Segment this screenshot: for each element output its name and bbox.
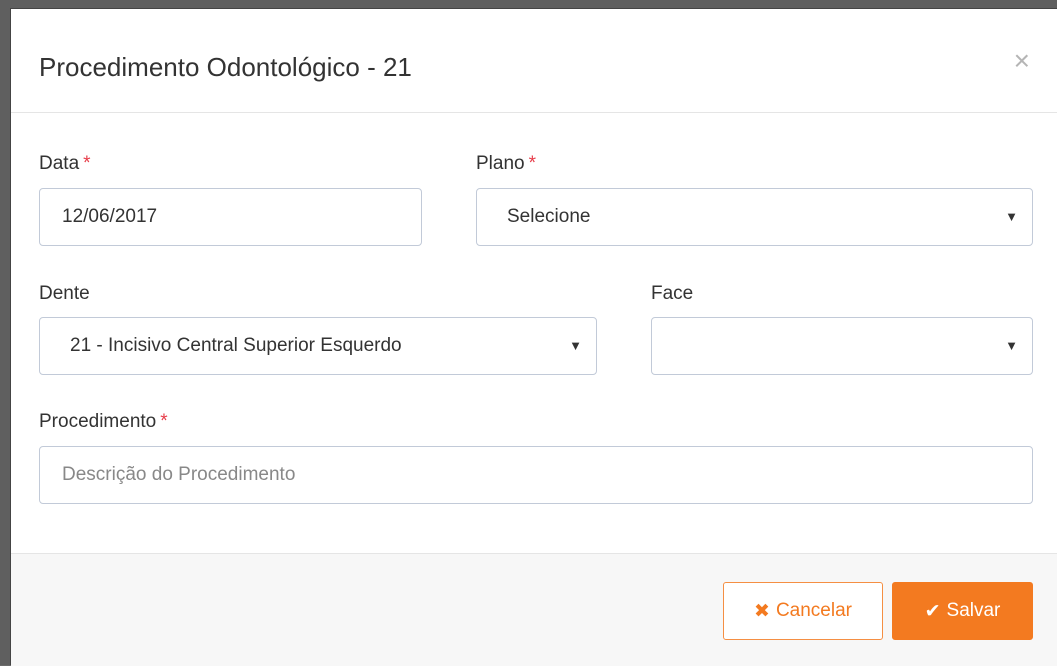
required-mark: * [528, 153, 537, 174]
plano-select[interactable]: Selecione ▼ [476, 188, 1033, 246]
chevron-down-icon: ▼ [569, 338, 582, 353]
data-label: Data * [39, 153, 91, 174]
face-label: Face [651, 283, 694, 304]
close-icon[interactable]: × [1014, 47, 1030, 75]
face-select[interactable]: ▼ [651, 317, 1033, 375]
dente-label: Dente [39, 283, 90, 304]
procedimento-placeholder: Descrição do Procedimento [62, 464, 296, 485]
procedure-modal: Procedimento Odontológico - 21 × Data * 1… [10, 8, 1057, 666]
modal-body: Data * 12/06/2017 Plano * Selecione ▼ Dent… [11, 113, 1057, 553]
plano-label: Plano * [476, 153, 537, 174]
procedimento-label: Procedimento * [39, 411, 168, 432]
modal-title: Procedimento Odontológico - 21 [39, 52, 412, 82]
date-input[interactable]: 12/06/2017 [39, 188, 422, 246]
required-mark: * [83, 153, 91, 174]
cancel-button[interactable]: ✖ Cancelar [723, 582, 883, 640]
required-mark: * [160, 411, 168, 432]
dente-select[interactable]: 21 - Incisivo Central Superior Esquerdo … [39, 317, 597, 375]
chevron-down-icon: ▼ [1005, 338, 1018, 353]
modal-footer: ✖ Cancelar ✔ Salvar [11, 553, 1057, 666]
chevron-down-icon: ▼ [1005, 209, 1018, 224]
procedimento-input[interactable]: Descrição do Procedimento [39, 446, 1033, 504]
check-icon: ✔ [924, 600, 941, 622]
modal-header: Procedimento Odontológico - 21 × [11, 9, 1057, 113]
close-icon: ✖ [754, 600, 770, 622]
save-button[interactable]: ✔ Salvar [892, 582, 1033, 640]
